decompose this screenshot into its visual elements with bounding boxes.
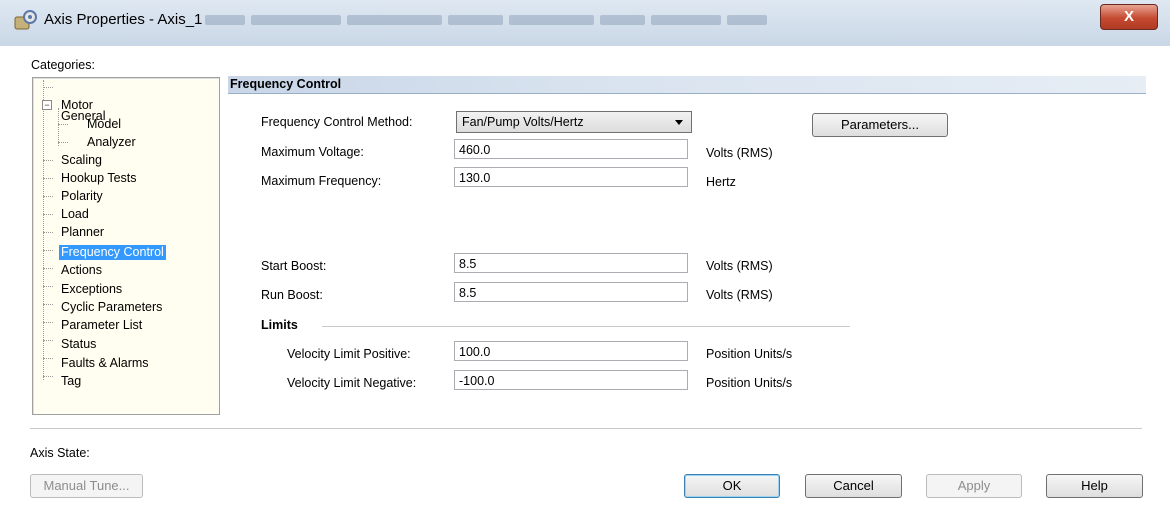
background-tab-strip — [205, 15, 865, 29]
tree-item-scaling[interactable]: Scaling — [61, 153, 102, 168]
tree-item-hookup-tests[interactable]: Hookup Tests — [61, 171, 137, 186]
tree-item-parameter-list[interactable]: Parameter List — [61, 318, 142, 333]
start-boost-label: Start Boost: — [261, 259, 327, 273]
apply-button[interactable]: Apply — [926, 474, 1022, 498]
max-voltage-label: Maximum Voltage: — [261, 145, 364, 159]
tree-item-cyclic-parameters[interactable]: Cyclic Parameters — [61, 300, 162, 315]
tree-item-exceptions[interactable]: Exceptions — [61, 282, 122, 297]
velocity-limit-positive-field[interactable]: 100.0 — [454, 341, 688, 361]
tree-item-frequency-control[interactable]: Frequency Control — [59, 245, 166, 260]
max-frequency-field[interactable]: 130.0 — [454, 167, 688, 187]
start-boost-unit: Volts (RMS) — [706, 259, 773, 273]
frequency-control-method-dropdown[interactable]: Fan/Pump Volts/Hertz — [456, 111, 692, 133]
cancel-button[interactable]: Cancel — [805, 474, 902, 498]
tree-item-analyzer[interactable]: Analyzer — [87, 135, 136, 150]
axis-state-label: Axis State: — [30, 446, 90, 460]
velocity-limit-negative-field[interactable]: -100.0 — [454, 370, 688, 390]
frequency-control-method-label: Frequency Control Method: — [261, 115, 413, 129]
motor-collapse-icon[interactable]: − — [42, 100, 52, 110]
start-boost-field[interactable]: 8.5 — [454, 253, 688, 273]
max-frequency-unit: Hertz — [706, 175, 736, 189]
ok-button[interactable]: OK — [684, 474, 780, 498]
tree-item-load[interactable]: Load — [61, 207, 89, 222]
footer-divider — [30, 428, 1142, 429]
chevron-down-icon — [675, 120, 683, 125]
velocity-limit-negative-unit: Position Units/s — [706, 376, 793, 390]
max-voltage-unit: Volts (RMS) — [706, 146, 773, 160]
parameters-button[interactable]: Parameters... — [812, 113, 948, 137]
frequency-control-method-value: Fan/Pump Volts/Hertz — [462, 115, 584, 129]
help-button[interactable]: Help — [1046, 474, 1143, 498]
manual-tune-button[interactable]: Manual Tune... — [30, 474, 143, 498]
velocity-limit-positive-label: Velocity Limit Positive: — [287, 347, 411, 361]
limits-label: Limits — [261, 318, 298, 332]
tree-item-planner[interactable]: Planner — [61, 225, 104, 240]
title-bar: Axis Properties - Axis_1 X — [0, 0, 1170, 46]
tree-item-motor[interactable]: Motor — [61, 98, 93, 113]
run-boost-label: Run Boost: — [261, 288, 323, 302]
run-boost-field[interactable]: 8.5 — [454, 282, 688, 302]
section-header: Frequency Control — [228, 76, 1146, 94]
section-title: Frequency Control — [230, 77, 342, 91]
tree-item-polarity[interactable]: Polarity — [61, 189, 103, 204]
run-boost-unit: Volts (RMS) — [706, 288, 773, 302]
velocity-limit-positive-unit: Position Units/s — [706, 347, 793, 361]
max-voltage-field[interactable]: 460.0 — [454, 139, 688, 159]
limits-divider — [322, 326, 850, 327]
axis-properties-icon — [14, 10, 37, 30]
close-icon: X — [1123, 8, 1134, 25]
tree-item-actions[interactable]: Actions — [61, 263, 102, 278]
velocity-limit-negative-label: Velocity Limit Negative: — [287, 376, 417, 390]
tree-item-status[interactable]: Status — [61, 337, 96, 352]
tree-item-tag[interactable]: Tag — [61, 374, 81, 389]
close-button[interactable]: X — [1100, 4, 1158, 30]
tree-item-faults-alarms[interactable]: Faults & Alarms — [61, 356, 149, 371]
categories-label: Categories: — [31, 58, 95, 72]
max-frequency-label: Maximum Frequency: — [261, 174, 382, 188]
window-title: Axis Properties - Axis_1 — [44, 11, 203, 28]
tree-item-model[interactable]: Model — [87, 117, 121, 132]
